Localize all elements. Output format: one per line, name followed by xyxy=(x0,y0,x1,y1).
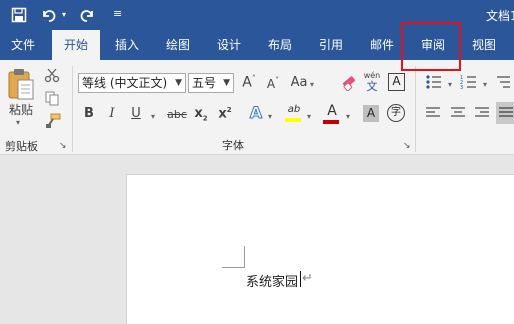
undo-dropdown-icon[interactable]: ▾ xyxy=(62,10,66,19)
font-launcher-icon[interactable]: ↘ xyxy=(403,141,411,151)
font-name-select[interactable]: 等线 (中文正文) ▼ xyxy=(78,73,186,93)
bullets-dropdown-icon[interactable]: ▾ xyxy=(448,80,452,89)
tab-design[interactable]: 设计 xyxy=(208,30,250,60)
caret-up-icon: ˄ xyxy=(251,74,256,83)
grow-font-label: A xyxy=(242,74,252,91)
change-case-button[interactable]: Aa xyxy=(288,75,310,90)
tab-references[interactable]: 引用 xyxy=(310,30,352,60)
grow-font-button[interactable]: A˄ xyxy=(240,74,258,91)
clear-formatting-icon[interactable] xyxy=(340,73,358,91)
align-left-icon[interactable] xyxy=(425,106,441,120)
numbering-icon[interactable]: 1 2 3 xyxy=(460,74,478,90)
document-page[interactable] xyxy=(126,174,514,324)
copy-icon[interactable] xyxy=(44,90,60,106)
clipboard-group-label: 剪贴板 xyxy=(5,140,38,153)
tab-draw[interactable]: 绘图 xyxy=(157,30,199,60)
margin-corner-mark xyxy=(222,267,245,268)
svg-text:3: 3 xyxy=(460,85,463,90)
paragraph-mark-icon: ↵ xyxy=(302,271,313,286)
phonetic-char: 文 xyxy=(366,80,378,93)
document-title: 文档1 xyxy=(486,9,514,23)
enclose-characters-button[interactable]: 字 xyxy=(387,104,405,122)
subscript-x: x xyxy=(194,106,203,121)
multilevel-list-icon[interactable] xyxy=(494,74,512,90)
align-right-icon[interactable] xyxy=(474,106,490,120)
character-shading-button[interactable]: A xyxy=(363,105,379,122)
subscript-button[interactable]: x2 xyxy=(193,106,209,123)
format-painter-icon[interactable] xyxy=(44,113,62,129)
text-highlight-button[interactable]: ab xyxy=(285,104,303,124)
redo-icon[interactable] xyxy=(80,7,96,23)
numbering-dropdown-icon[interactable]: ▾ xyxy=(483,80,487,89)
bold-button[interactable]: B xyxy=(81,106,97,121)
justify-icon[interactable] xyxy=(496,102,514,124)
group-divider xyxy=(415,66,416,152)
save-icon[interactable] xyxy=(11,7,27,23)
tab-home[interactable]: 开始 xyxy=(52,30,100,61)
font-name-value: 等线 (中文正文) xyxy=(82,76,168,90)
character-border-button[interactable]: A xyxy=(388,73,405,91)
italic-button[interactable]: I xyxy=(104,106,120,121)
highlight-color-bar xyxy=(285,118,301,122)
font-color-dropdown-icon[interactable]: ▾ xyxy=(346,112,350,121)
paste-button[interactable]: 粘贴 xyxy=(4,101,38,118)
underline-dropdown-icon[interactable]: ▾ xyxy=(151,112,155,121)
font-color-label: A xyxy=(327,103,337,119)
superscript-digit: 2 xyxy=(226,106,232,114)
text-effects-button[interactable]: A xyxy=(247,103,265,123)
superscript-button[interactable]: x2 xyxy=(217,106,233,121)
paste-dropdown-icon[interactable]: ▾ xyxy=(16,118,20,127)
paste-icon[interactable] xyxy=(6,68,36,102)
text-highlight-label: ab xyxy=(287,104,301,115)
tab-layout[interactable]: 布局 xyxy=(259,30,301,60)
font-size-select[interactable]: 五号 ▼ xyxy=(188,73,234,93)
text-highlight-dropdown-icon[interactable]: ▾ xyxy=(307,112,311,121)
clipboard-launcher-icon[interactable]: ↘ xyxy=(59,141,67,151)
undo-icon[interactable] xyxy=(40,7,56,23)
tab-mailings[interactable]: 邮件 xyxy=(361,30,403,60)
phonetic-guide-button[interactable]: wén 文 xyxy=(362,71,382,93)
shrink-font-button[interactable]: A˅ xyxy=(264,76,282,91)
caret-down-icon: ˅ xyxy=(275,76,280,85)
tab-insert[interactable]: 插入 xyxy=(106,30,148,60)
margin-corner-mark xyxy=(244,246,245,268)
font-color-bar xyxy=(323,120,339,124)
tab-file[interactable]: 文件 xyxy=(0,30,46,60)
font-size-value: 五号 xyxy=(192,76,217,90)
chevron-down-icon: ▼ xyxy=(223,78,230,88)
chevron-down-icon: ▼ xyxy=(175,78,182,88)
text-effects-dropdown-icon[interactable]: ▾ xyxy=(268,112,272,121)
font-group-label: 字体 xyxy=(222,139,244,152)
strikethrough-button[interactable]: abc xyxy=(165,108,189,121)
cut-icon[interactable] xyxy=(44,67,60,83)
customize-quick-access-icon[interactable]: ≡ xyxy=(113,7,122,20)
group-divider xyxy=(72,66,73,152)
shrink-font-label: A xyxy=(266,77,276,91)
document-text[interactable]: 系统家园 xyxy=(246,271,298,290)
superscript-x: x xyxy=(218,106,227,122)
font-color-button[interactable]: A xyxy=(323,104,341,124)
change-case-dropdown-icon[interactable]: ▾ xyxy=(310,80,314,89)
review-tab-highlight xyxy=(401,22,461,71)
tab-view[interactable]: 视图 xyxy=(463,30,505,60)
align-center-icon[interactable] xyxy=(450,106,466,120)
underline-button[interactable]: U xyxy=(128,106,144,121)
subscript-digit: 2 xyxy=(202,114,208,123)
text-cursor xyxy=(300,271,301,287)
bullets-icon[interactable] xyxy=(425,74,443,90)
